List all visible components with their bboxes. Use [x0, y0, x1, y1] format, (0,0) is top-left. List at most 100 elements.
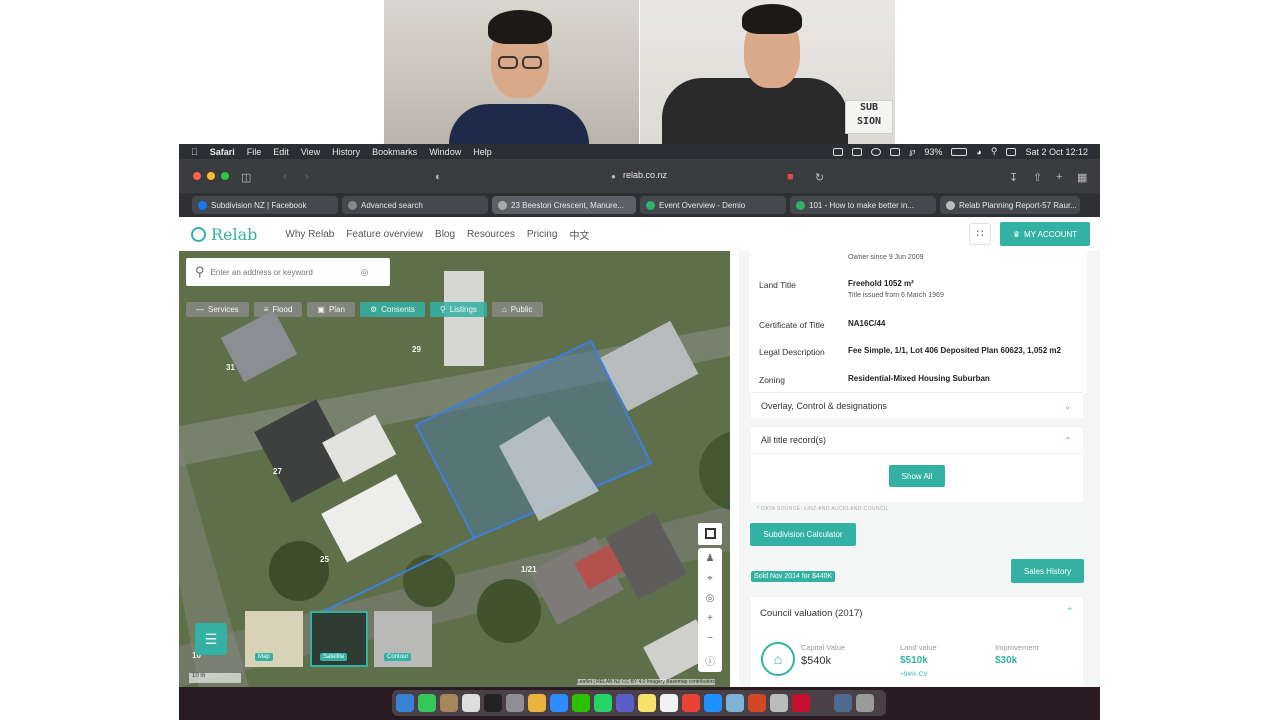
overlay-accordion[interactable]: Overlay, Control & designations ⌄ — [751, 392, 1083, 420]
keynote-icon[interactable] — [770, 694, 788, 712]
menu-edit[interactable]: Edit — [273, 147, 289, 157]
camera-icon[interactable] — [852, 147, 863, 156]
chevron-up-icon[interactable]: ⌃ — [1066, 606, 1074, 617]
info-icon[interactable]: ⓘ — [705, 653, 715, 668]
powerpoint-icon[interactable] — [748, 694, 766, 712]
notes-app-icon[interactable] — [440, 694, 458, 712]
tab-advanced-search[interactable]: Advanced search — [342, 196, 488, 214]
tab-facebook[interactable]: Subdivision NZ | Facebook — [192, 196, 338, 214]
sales-history-button[interactable]: Sales History — [1011, 559, 1084, 583]
zoom-window-button[interactable] — [221, 172, 229, 180]
preview-icon[interactable] — [726, 694, 744, 712]
finder-icon[interactable] — [396, 694, 414, 712]
bluetooth-icon[interactable]: ℘ — [909, 146, 915, 157]
terminal-icon[interactable] — [484, 694, 502, 712]
menubar-clock[interactable]: Sat 2 Oct 12:12 — [1025, 147, 1088, 157]
acrobat-icon[interactable] — [792, 694, 810, 712]
extension-icon[interactable]: ■ — [787, 171, 794, 183]
play-icon[interactable] — [871, 147, 882, 156]
apps-grid-icon[interactable]: ∷ — [969, 223, 991, 245]
messages-icon[interactable] — [418, 694, 436, 712]
filter-listings[interactable]: ⚲ Listings — [429, 302, 487, 317]
fullscreen-button[interactable] — [698, 523, 722, 545]
basemap-map[interactable]: Map — [245, 611, 303, 667]
satellite-map[interactable]: ⚲ ◎ —Services ≡Flood ▣Plan ⚙Consents ⚲Li… — [179, 251, 730, 687]
map-attribution[interactable]: Leaflet | RELAB.NZ CC BY 4.0 Imagery Bas… — [577, 679, 715, 685]
apple-icon[interactable]:  — [191, 147, 198, 157]
sidebar-icon[interactable]: ◫ — [241, 171, 251, 184]
zoom-icon[interactable] — [550, 694, 568, 712]
tab-relab-property[interactable]: 23 Beeston Crescent, Manure... — [492, 196, 636, 214]
my-account-button[interactable]: ♛ MY ACCOUNT — [1000, 222, 1090, 246]
minimize-window-button[interactable] — [207, 172, 215, 180]
screenshot-icon[interactable] — [462, 694, 480, 712]
new-tab-icon[interactable]: + — [1056, 171, 1062, 183]
privacy-shield-icon[interactable]: ◐ — [435, 171, 442, 183]
app-menu[interactable]: Safari — [210, 147, 235, 157]
spotlight-icon[interactable]: ⚲ — [991, 146, 998, 157]
filter-services[interactable]: — Services — [186, 302, 249, 317]
trash-icon[interactable] — [856, 694, 874, 712]
street-view-icon[interactable]: ♟ — [706, 553, 715, 564]
screen-record-icon[interactable] — [833, 147, 844, 156]
address-search-input[interactable] — [210, 267, 361, 277]
filter-flood[interactable]: ≡ Flood — [253, 302, 303, 317]
address-search-box[interactable]: ⚲ ◎ — [186, 258, 390, 286]
input-source-icon[interactable] — [890, 147, 901, 156]
measure-icon[interactable]: ⌖ — [707, 573, 713, 584]
teams-icon[interactable] — [616, 694, 634, 712]
nav-chinese[interactable]: 中文 — [569, 227, 589, 242]
calendar-icon[interactable] — [660, 694, 678, 712]
address-bar[interactable]: relab.co.nz — [623, 170, 667, 180]
my-location-icon[interactable]: ◎ — [706, 593, 715, 604]
nav-resources[interactable]: Resources — [467, 229, 515, 240]
menu-history[interactable]: History — [332, 147, 360, 157]
folder-icon[interactable] — [834, 694, 852, 712]
site-navbar: Relab Why Relab Feature overview Blog Re… — [179, 217, 1100, 251]
locate-icon[interactable]: ◎ — [361, 267, 369, 278]
tab-planning-report[interactable]: Relab Planning Report-57 Raur... — [940, 196, 1080, 214]
layers-icon: ☰ — [204, 631, 218, 647]
control-center-icon[interactable] — [1006, 147, 1017, 156]
share-icon[interactable]: ⇧ — [1033, 171, 1042, 184]
basemap-satellite[interactable]: Satellite — [310, 611, 368, 667]
wechat-icon[interactable] — [572, 694, 590, 712]
battery-icon[interactable] — [951, 147, 968, 156]
zoom-out-button[interactable]: − — [707, 633, 713, 644]
zoom-in-button[interactable]: + — [707, 613, 713, 624]
whatsapp-icon[interactable] — [594, 694, 612, 712]
nav-pricing[interactable]: Pricing — [527, 229, 558, 240]
stickies-icon[interactable] — [638, 694, 656, 712]
menu-bookmarks[interactable]: Bookmarks — [372, 147, 417, 157]
safari-icon[interactable] — [704, 694, 722, 712]
layers-button[interactable]: ☰ — [195, 623, 227, 655]
filter-plan[interactable]: ▣ Plan — [307, 302, 355, 317]
menu-window[interactable]: Window — [429, 147, 461, 157]
subdivision-calculator-button[interactable]: Subdivision Calculator — [750, 523, 856, 546]
nav-blog[interactable]: Blog — [435, 229, 455, 240]
slack-icon[interactable] — [528, 694, 546, 712]
wifi-icon[interactable]: ◕ — [976, 147, 981, 157]
back-icon[interactable]: ‹ — [283, 171, 287, 183]
relab-logo[interactable]: Relab — [191, 225, 257, 244]
settings-icon[interactable] — [506, 694, 524, 712]
macos-menubar:  Safari File Edit View History Bookmark… — [179, 144, 1100, 159]
forward-icon[interactable]: › — [305, 171, 309, 183]
nav-why-relab[interactable]: Why Relab — [285, 229, 334, 240]
tab-demio-event[interactable]: Event Overview - Demio — [640, 196, 786, 214]
show-all-button[interactable]: Show All — [889, 465, 945, 487]
title-records-accordion[interactable]: All title record(s) ⌃ — [751, 426, 1083, 454]
menu-view[interactable]: View — [301, 147, 320, 157]
close-window-button[interactable] — [193, 172, 201, 180]
tab-overview-icon[interactable]: ▦ — [1077, 171, 1087, 184]
filter-public[interactable]: ⌂ Public — [491, 302, 543, 317]
nav-feature-overview[interactable]: Feature overview — [346, 229, 423, 240]
basemap-contour[interactable]: Contour — [374, 611, 432, 667]
menu-help[interactable]: Help — [473, 147, 492, 157]
filter-consents[interactable]: ⚙ Consents — [359, 302, 425, 317]
tab-how-to[interactable]: 101 - How to make better in... — [790, 196, 936, 214]
chrome-icon[interactable] — [682, 694, 700, 712]
reload-icon[interactable]: ↻ — [815, 171, 824, 184]
menu-file[interactable]: File — [247, 147, 262, 157]
download-icon[interactable]: ↧ — [1009, 171, 1018, 184]
